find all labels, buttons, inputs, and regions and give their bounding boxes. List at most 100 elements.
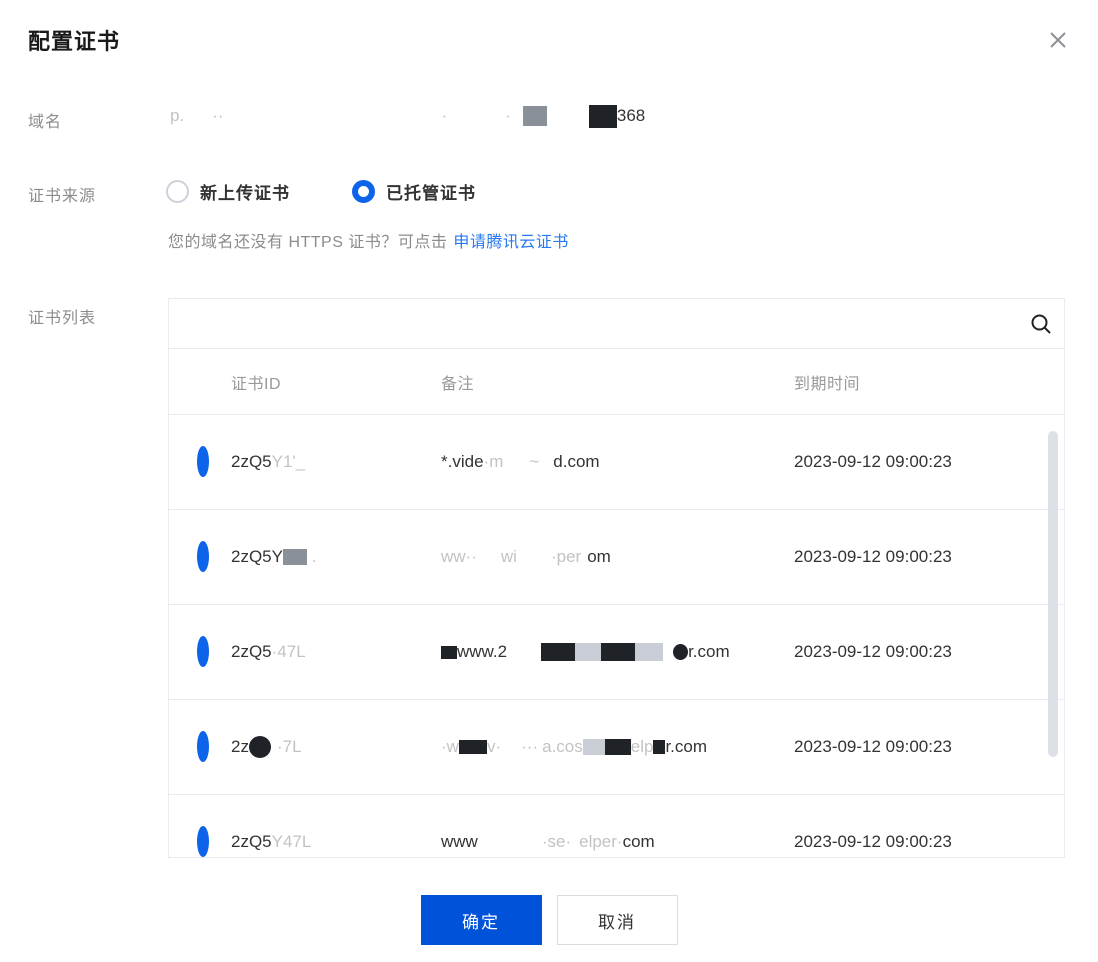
redacted-text: ·w <box>441 737 459 756</box>
confirm-button[interactable]: 确定 <box>420 895 542 945</box>
expire-time-cell: 2023-09-12 09:00:23 <box>794 832 952 851</box>
redacted-text: ·7L <box>276 737 302 756</box>
cancel-button[interactable]: 取消 <box>556 895 678 945</box>
redacted-block <box>458 740 487 754</box>
row-radio-selected-icon[interactable] <box>197 636 209 667</box>
radio-new-upload-cert[interactable]: 新上传证书 <box>166 179 290 204</box>
expire-time-cell: 2023-09-12 09:00:23 <box>794 642 952 661</box>
table-row[interactable]: 2zQ5 Y47L www ·se· elper· com 2023-09-12 09:00… <box>169 795 1064 857</box>
cert-id-cell: 2zQ5 Y47L <box>231 832 441 852</box>
cert-search-bar <box>169 299 1064 349</box>
table-row[interactable]: 2z ·7L ·w v· ··· a.cos elp r.com 2023-09-12 09:0… <box>169 700 1064 795</box>
text-fragment: 2zQ5 <box>231 452 272 471</box>
text-fragment: 2z <box>231 737 249 756</box>
row-radio-cell <box>169 731 231 762</box>
row-radio-cell <box>169 541 231 572</box>
remark-cell: www ·se· elper· com <box>441 832 794 852</box>
text-fragment: 2zQ5Y <box>231 547 283 566</box>
cert-id-cell: 2zQ5·47L <box>231 642 441 662</box>
radio-unselected-icon[interactable] <box>166 179 189 203</box>
expire-time-cell: 2023-09-12 09:00:23 <box>794 737 952 756</box>
domain-value: p. ·· · · 368 <box>170 100 645 132</box>
text-fragment: 2zQ5 <box>231 832 272 851</box>
radio-selected-icon[interactable] <box>352 179 375 203</box>
text-fragment: 2zQ5 <box>231 642 272 661</box>
remark-cell: *.vide ·m ~ d.com <box>441 452 794 472</box>
redacted-text: ·per <box>550 547 582 566</box>
table-row[interactable]: 2zQ5Y . ww·· wi ·per om 2023-09-12 09:00:23 <box>169 510 1064 605</box>
cert-id-cell: 2z ·7L <box>231 736 441 758</box>
row-radio-selected-icon[interactable] <box>197 731 209 762</box>
search-icon[interactable] <box>1018 299 1064 348</box>
cert-source-label: 证书来源 <box>28 188 97 205</box>
cert-id-cell: 2zQ5Y . <box>231 547 441 567</box>
table-row[interactable]: 2zQ5·47L www.2 r.com 2023-09-12 09:00:23 <box>169 605 1064 700</box>
domain-label: 域名 <box>28 114 63 131</box>
text-fragment: com <box>622 832 655 851</box>
redacted-block <box>653 740 666 754</box>
cert-list-panel: 证书ID 备注 到期时间 2zQ5 Y1'_ *.vide ·m ~ d.com 2023-… <box>168 298 1065 858</box>
dialog-footer: 确定 取消 <box>0 895 1098 945</box>
row-radio-selected-icon[interactable] <box>197 826 209 857</box>
redacted-text: ·m <box>483 452 504 471</box>
redacted-text: ~ <box>529 452 540 471</box>
search-input[interactable] <box>169 299 1018 348</box>
row-radio-cell <box>169 826 231 857</box>
redacted-block <box>588 104 617 128</box>
text-fragment: 368 <box>616 106 646 125</box>
table-row[interactable]: 2zQ5 Y1'_ *.vide ·m ~ d.com 2023-09-12 09:00:2… <box>169 415 1064 510</box>
radio-label: 新上传证书 <box>200 183 290 203</box>
redacted-text: a.cos <box>542 737 583 756</box>
text-fragment: om <box>587 547 611 566</box>
radio-hosted-cert[interactable]: 已托管证书 <box>352 179 476 204</box>
cert-source-radio-group: 新上传证书 已托管证书 <box>166 177 476 205</box>
text-fragment: www.2 <box>457 642 508 661</box>
magnifier-glyph <box>1031 314 1051 334</box>
text-fragment: www <box>441 832 478 851</box>
close-icon[interactable] <box>1044 26 1072 54</box>
redacted-text: ww·· <box>441 547 477 566</box>
column-header-cert-id: 证书ID <box>231 375 282 393</box>
radio-label: 已托管证书 <box>386 183 476 203</box>
redacted-text: Y1'_ <box>271 452 306 471</box>
cert-list-label: 证书列表 <box>28 310 97 327</box>
redacted-text: ··· <box>521 737 539 756</box>
redacted-block <box>673 644 689 660</box>
redacted-block <box>248 736 271 758</box>
row-radio-selected-icon[interactable] <box>197 446 209 477</box>
row-radio-cell <box>169 446 231 477</box>
redacted-text: · <box>441 106 448 125</box>
redacted-text: elp <box>630 737 654 756</box>
redacted-text: Y47L <box>271 832 312 851</box>
page-title: 配置证书 <box>28 29 121 54</box>
apply-tencent-cert-link[interactable]: 申请腾讯云证书 <box>453 228 569 252</box>
redacted-block <box>522 106 547 126</box>
column-header-remark: 备注 <box>441 375 475 393</box>
close-x-glyph <box>1050 32 1066 48</box>
expire-time-cell: 2023-09-12 09:00:23 <box>794 452 952 471</box>
scrollbar-thumb[interactable] <box>1048 431 1058 757</box>
text-fragment: *.vide <box>441 452 484 471</box>
redacted-block <box>601 643 636 661</box>
text-fragment: r.com <box>688 642 730 661</box>
redacted-block <box>282 549 307 565</box>
row-radio-selected-icon[interactable] <box>197 541 209 572</box>
text-fragment: d.com <box>553 452 600 471</box>
redacted-text: wi <box>500 547 517 566</box>
https-cert-hint-text: 您的域名还没有 HTTPS 证书？可点击 <box>168 234 448 251</box>
redacted-text: p. <box>170 106 185 125</box>
row-radio-cell <box>169 636 231 667</box>
